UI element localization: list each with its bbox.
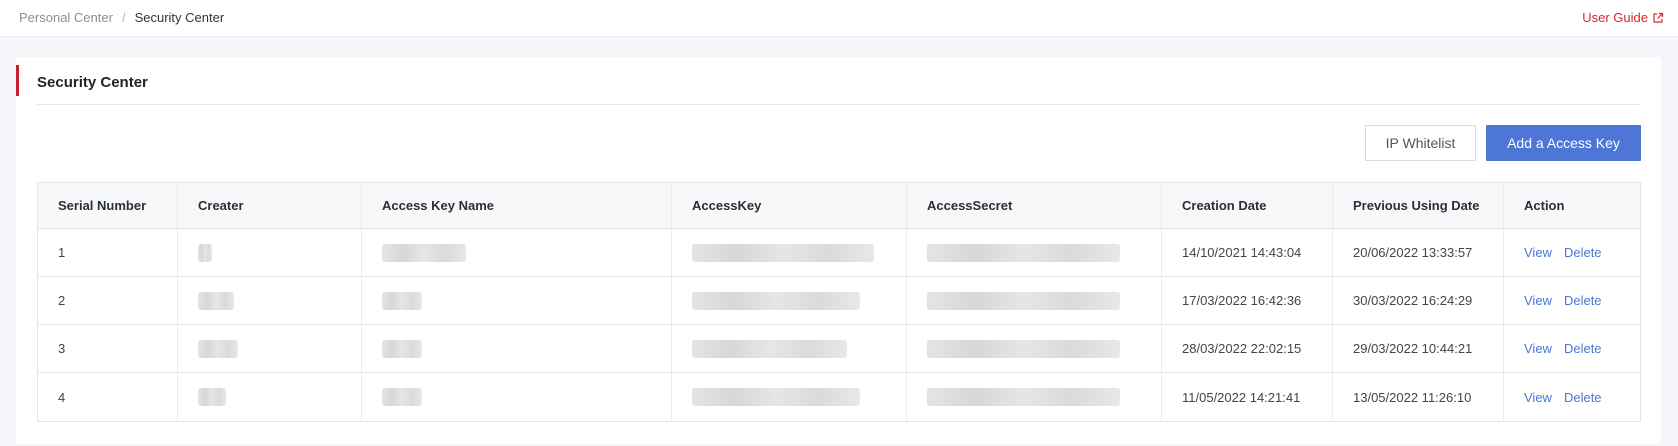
access-secret-cell bbox=[907, 373, 1162, 421]
header-creater: Creater bbox=[178, 183, 362, 228]
access-key-name-cell bbox=[362, 373, 672, 421]
creater-cell bbox=[178, 373, 362, 421]
ip-whitelist-button[interactable]: IP Whitelist bbox=[1365, 125, 1476, 161]
breadcrumb-separator: / bbox=[121, 10, 126, 25]
redacted-access-key bbox=[692, 291, 860, 310]
table-row: 1 14/10/2021 14:43:04 20/06/2022 13:33:5… bbox=[38, 229, 1640, 277]
access-key-name-cell bbox=[362, 229, 672, 276]
user-guide-link[interactable]: User Guide bbox=[1582, 10, 1664, 25]
redacted-access-secret bbox=[927, 388, 1120, 406]
table-row: 4 11/05/2022 14:21:41 13/05/2022 11:26:1… bbox=[38, 373, 1640, 421]
header-creation-date: Creation Date bbox=[1162, 183, 1333, 228]
view-link[interactable]: View bbox=[1524, 293, 1552, 308]
breadcrumb-personal-center[interactable]: Personal Center bbox=[19, 10, 113, 25]
header-access-key-name: Access Key Name bbox=[362, 183, 672, 228]
table-row: 3 28/03/2022 22:02:15 29/03/2022 10:44:2… bbox=[38, 325, 1640, 373]
table-row: 2 17/03/2022 16:42:36 30/03/2022 16:24:2… bbox=[38, 277, 1640, 325]
external-link-icon bbox=[1653, 12, 1664, 23]
action-cell: View Delete bbox=[1504, 277, 1641, 324]
redacted-creater bbox=[198, 339, 238, 358]
add-access-key-button[interactable]: Add a Access Key bbox=[1486, 125, 1641, 161]
creation-date: 28/03/2022 22:02:15 bbox=[1162, 325, 1333, 372]
redacted-key-name bbox=[382, 291, 422, 310]
creater-cell bbox=[178, 229, 362, 276]
access-key-name-cell bbox=[362, 325, 672, 372]
serial-number: 3 bbox=[38, 325, 178, 372]
redacted-key-name bbox=[382, 388, 422, 406]
redacted-access-secret bbox=[927, 291, 1120, 310]
action-cell: View Delete bbox=[1504, 325, 1641, 372]
serial-number: 1 bbox=[38, 229, 178, 276]
delete-link[interactable]: Delete bbox=[1564, 245, 1602, 260]
title-divider bbox=[37, 104, 1640, 105]
serial-number: 2 bbox=[38, 277, 178, 324]
header-access-secret: AccessSecret bbox=[907, 183, 1162, 228]
page-title: Security Center bbox=[37, 74, 148, 91]
top-bar: Personal Center / Security Center User G… bbox=[0, 0, 1678, 37]
delete-link[interactable]: Delete bbox=[1564, 293, 1602, 308]
action-cell: View Delete bbox=[1504, 373, 1641, 421]
user-guide-label: User Guide bbox=[1582, 10, 1648, 25]
serial-number: 4 bbox=[38, 373, 178, 421]
access-secret-cell bbox=[907, 277, 1162, 324]
redacted-access-key bbox=[692, 243, 874, 262]
access-key-cell bbox=[672, 277, 907, 324]
redacted-creater bbox=[198, 388, 226, 406]
creation-date: 11/05/2022 14:21:41 bbox=[1162, 373, 1333, 421]
creation-date: 17/03/2022 16:42:36 bbox=[1162, 277, 1333, 324]
access-key-name-cell bbox=[362, 277, 672, 324]
header-access-key: AccessKey bbox=[672, 183, 907, 228]
redacted-access-key bbox=[692, 339, 847, 358]
previous-using-date: 30/03/2022 16:24:29 bbox=[1333, 277, 1504, 324]
view-link[interactable]: View bbox=[1524, 341, 1552, 356]
access-secret-cell bbox=[907, 325, 1162, 372]
title-accent-bar bbox=[16, 65, 19, 96]
redacted-creater bbox=[198, 243, 212, 262]
access-key-table: Serial Number Creater Access Key Name Ac… bbox=[37, 182, 1641, 422]
previous-using-date: 29/03/2022 10:44:21 bbox=[1333, 325, 1504, 372]
redacted-key-name bbox=[382, 243, 466, 262]
creation-date: 14/10/2021 14:43:04 bbox=[1162, 229, 1333, 276]
previous-using-date: 13/05/2022 11:26:10 bbox=[1333, 373, 1504, 421]
header-serial-number: Serial Number bbox=[38, 183, 178, 228]
delete-link[interactable]: Delete bbox=[1564, 341, 1602, 356]
creater-cell bbox=[178, 325, 362, 372]
redacted-access-secret bbox=[927, 243, 1120, 262]
redacted-access-key bbox=[692, 388, 860, 406]
access-key-cell bbox=[672, 373, 907, 421]
access-key-cell bbox=[672, 325, 907, 372]
table-header: Serial Number Creater Access Key Name Ac… bbox=[38, 183, 1640, 229]
view-link[interactable]: View bbox=[1524, 245, 1552, 260]
header-previous-using-date: Previous Using Date bbox=[1333, 183, 1504, 228]
breadcrumb-current: Security Center bbox=[134, 10, 225, 25]
breadcrumb: Personal Center / Security Center bbox=[19, 10, 224, 25]
access-key-cell bbox=[672, 229, 907, 276]
redacted-key-name bbox=[382, 339, 422, 358]
delete-link[interactable]: Delete bbox=[1564, 390, 1602, 405]
header-action: Action bbox=[1524, 198, 1565, 213]
action-cell: View Delete bbox=[1504, 229, 1641, 276]
security-center-card: Security Center IP Whitelist Add a Acces… bbox=[16, 57, 1661, 444]
redacted-access-secret bbox=[927, 339, 1120, 358]
creater-cell bbox=[178, 277, 362, 324]
view-link[interactable]: View bbox=[1524, 390, 1552, 405]
redacted-creater bbox=[198, 291, 234, 310]
access-secret-cell bbox=[907, 229, 1162, 276]
previous-using-date: 20/06/2022 13:33:57 bbox=[1333, 229, 1504, 276]
